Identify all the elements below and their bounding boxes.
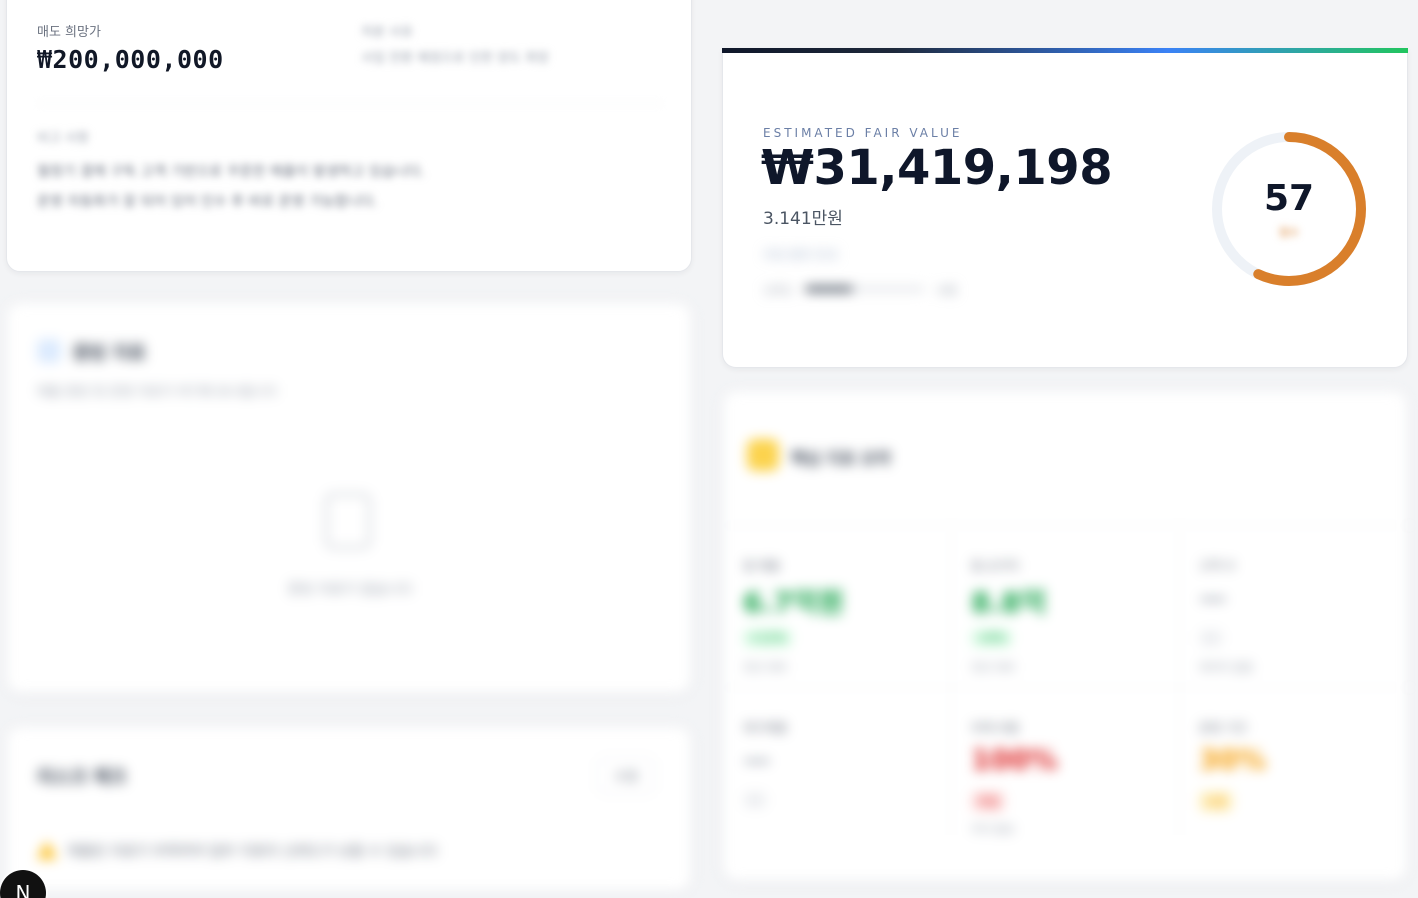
documents-title: 증빙 자료: [73, 343, 146, 364]
metric-footnote: 전년 대비: [743, 661, 787, 674]
documents-card: 증빙 자료 매출 증빙 및 운영 자료가 여기에 표시됩니다 증빙 자료가 없습…: [6, 302, 692, 694]
metric-cell: 고객 수 — — 데이터 없음: [1179, 529, 1385, 679]
risk-title: 리스크 체크: [37, 767, 127, 788]
metric-value: 100%: [971, 743, 1058, 776]
value-card-gradient-bar: [722, 48, 1408, 53]
side-text: 사업 전환 예정으로 인한 양도 희망: [361, 51, 550, 66]
score-caption: 점수: [1278, 226, 1300, 239]
metric-change-pill: 위험: [971, 791, 1006, 812]
fair-value-amount: ₩31,419,198: [761, 140, 1113, 196]
metric-cell: 운영 기간 30% 보통: [1179, 691, 1385, 841]
metric-label: 부채 비율: [971, 721, 1019, 735]
confidence-track: [805, 286, 925, 292]
metric-label: 월 순이익: [971, 559, 1019, 573]
file-icon: [325, 493, 371, 549]
metric-cell: 부채 비율 100% 위험주의 필요: [951, 691, 1157, 841]
metric-change-pill: 보통: [1199, 791, 1234, 812]
range-text: 추정 범위 안내: [763, 248, 837, 262]
fair-value-subtext: 3.141만원: [763, 209, 843, 229]
risk-edit-button[interactable]: 수정: [597, 757, 655, 794]
confidence-level: 보통: [937, 284, 958, 297]
metric-label: 재구매율: [743, 721, 788, 735]
metric-change-pill: —: [1199, 629, 1223, 647]
fair-value-eyebrow: ESTIMATED FAIR VALUE: [763, 126, 963, 140]
documents-icon: [37, 339, 61, 363]
metric-label: 월 매출: [743, 559, 780, 573]
metric-cell: 재구매율 — —: [723, 691, 929, 841]
documents-subtitle: 매출 증빙 및 운영 자료가 여기에 표시됩니다: [37, 385, 278, 400]
metric-change-pill: +12%: [743, 629, 792, 647]
metric-value: —: [743, 743, 771, 776]
memo-line-2: 운영 자동화가 잘 되어 있어 인수 후 바로 운영 가능합니다.: [37, 194, 378, 210]
memo-line-1: 월정기 결제 구독 고객 기반으로 꾸준한 매출이 발생하고 있습니다.: [37, 164, 425, 180]
metrics-divider-2: [723, 687, 1409, 688]
metric-value: 30%: [1199, 743, 1267, 776]
price-card: 매도 희망가 ₩200,000,000 처분 사유 사업 전환 예정으로 인한 …: [6, 0, 692, 272]
metric-footnote: 전년 대비: [971, 661, 1015, 674]
metric-cell: 월 순이익 8.8억 +8% 전년 대비: [951, 529, 1157, 679]
side-label: 처분 사유: [361, 25, 413, 40]
documents-empty-text: 증빙 자료가 없습니다: [287, 582, 413, 598]
warning-icon: [37, 841, 57, 859]
metrics-card: 핵심 지표 요약 월 매출 6.7억원 +12% 전년 대비 월 순이익 8.8억 +8% 전…: [722, 390, 1409, 882]
confidence-label: 신뢰도: [763, 284, 794, 297]
metric-footnote: 주의 필요: [971, 823, 1015, 836]
metrics-divider: [723, 525, 1409, 526]
memo-label: 비고 사항: [37, 131, 89, 146]
risk-card: 리스크 체크 수정 제출된 자료가 부족하여 일부 지표의 신뢰도가 낮을 수 …: [6, 726, 692, 892]
metrics-icon: [747, 439, 779, 471]
fair-value-card: ESTIMATED FAIR VALUE ₩31,419,198 3.141만원…: [722, 48, 1408, 368]
score-value: 57: [1263, 178, 1315, 219]
metric-value: 8.8억: [971, 586, 1047, 619]
metric-change-pill: +8%: [971, 629, 1013, 647]
sale-price-value: ₩200,000,000: [37, 45, 224, 74]
metric-label: 고객 수: [1199, 559, 1236, 573]
sale-price-label: 매도 희망가: [37, 25, 101, 40]
metric-label: 운영 기간: [1199, 721, 1247, 735]
metric-cell: 월 매출 6.7억원 +12% 전년 대비: [723, 529, 929, 679]
metrics-title: 핵심 지표 요약: [791, 449, 891, 468]
page: 매도 희망가 ₩200,000,000 처분 사유 사업 전환 예정으로 인한 …: [0, 0, 1418, 898]
metric-footnote: 데이터 없음: [1199, 661, 1254, 674]
confidence-fill: [805, 286, 853, 292]
metric-value: 6.7억원: [743, 586, 845, 619]
metric-change-pill: —: [743, 791, 767, 809]
divider: [37, 103, 663, 104]
risk-warning-text: 제출된 자료가 부족하여 일부 지표의 신뢰도가 낮을 수 있습니다: [67, 844, 438, 860]
metric-value: —: [1199, 581, 1227, 614]
